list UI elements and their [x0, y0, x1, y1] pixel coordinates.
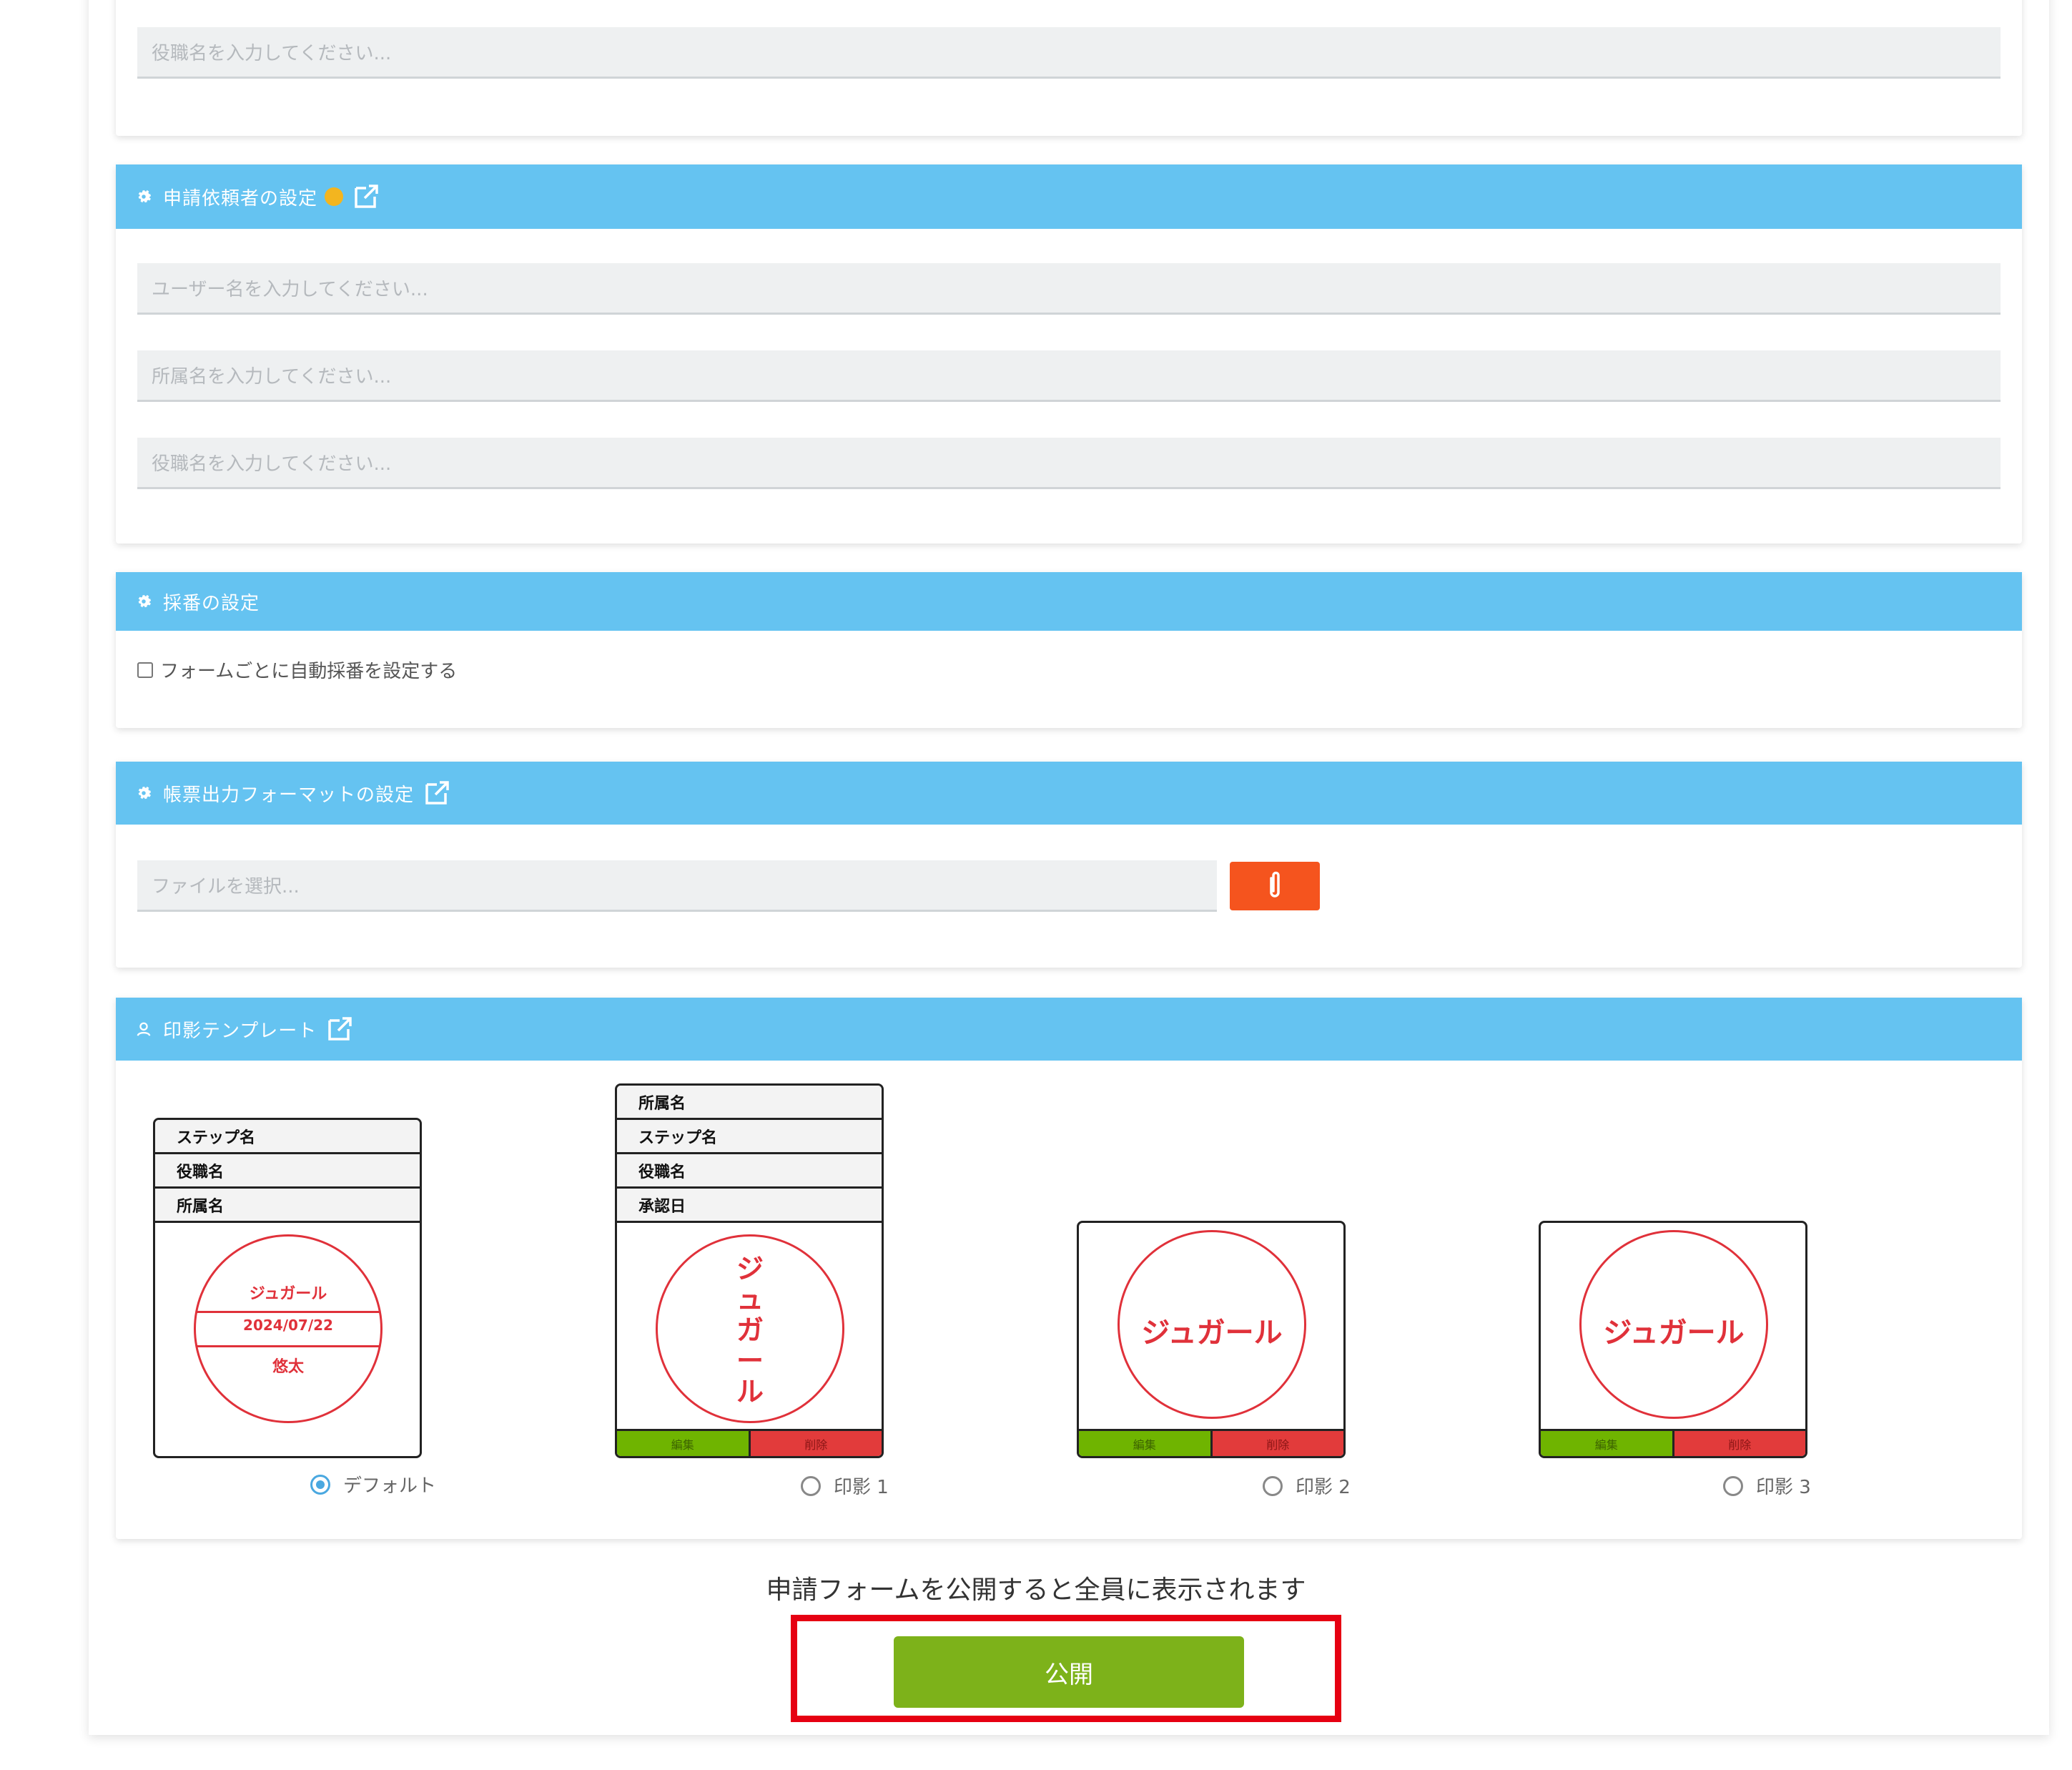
stamp-delete-button[interactable]: 削除	[1674, 1431, 1805, 1456]
seal-text: ジュガール	[1603, 1317, 1745, 1349]
stamp-seal: ジュガール	[1118, 1230, 1306, 1419]
stamp-option-1[interactable]: 印影 1	[801, 1472, 889, 1499]
auto-numbering-checkbox[interactable]	[137, 662, 153, 678]
stamp-template-2[interactable]: ジュガール 編集 削除	[1077, 1221, 1346, 1458]
format-section: 帳票出力フォーマットの設定 ファイルを選択...	[116, 762, 2022, 968]
stamp-radio-default[interactable]	[310, 1474, 330, 1495]
seal-text: ジュガール	[1141, 1317, 1283, 1349]
stamp-option-default[interactable]: デフォルト	[310, 1471, 436, 1498]
requester-section: 申請依頼者の設定 ユーザー名を入力してください... 所属名を入力してください.…	[116, 164, 2022, 544]
format-file-input[interactable]: ファイルを選択...	[137, 860, 1217, 912]
stamp-template-section: 印影テンプレート ステップ名 役職名 所属名 ジュガール 2024/07/22 …	[116, 998, 2022, 1539]
stamp-seal: ジュガール 2024/07/22 悠太	[194, 1234, 383, 1423]
stamp-radio-3[interactable]	[1723, 1475, 1743, 1496]
stamp-actions: 編集 削除	[1541, 1429, 1805, 1456]
attach-file-button[interactable]	[1230, 862, 1320, 910]
external-link-icon[interactable]	[423, 779, 451, 807]
stamp-edit-button[interactable]: 編集	[617, 1431, 751, 1456]
requester-user-input[interactable]: ユーザー名を入力してください...	[137, 263, 2001, 315]
stamp-delete-button[interactable]: 削除	[1212, 1431, 1343, 1456]
stamp-template-1[interactable]: 所属名 ステップ名 役職名 承認日 ジ ュ ガ ー ル 編集 削除	[615, 1083, 884, 1458]
stamp-seal: ジ ュ ガ ー ル	[656, 1234, 844, 1423]
position-input[interactable]: 役職名を入力してください...	[137, 27, 2001, 79]
stamp-row: ステップ名	[617, 1120, 882, 1154]
seal-name-text: 悠太	[272, 1358, 304, 1376]
requester-section-title: 申請依頼者の設定	[163, 187, 318, 210]
user-icon	[134, 1020, 153, 1038]
numbering-section-title: 採番の設定	[163, 592, 260, 614]
stamp-radio-2[interactable]	[1263, 1475, 1283, 1496]
format-section-header: 帳票出力フォーマットの設定	[116, 762, 2022, 825]
requester-section-header: 申請依頼者の設定	[116, 164, 2022, 229]
seal-vertical-char: ル	[736, 1376, 764, 1407]
stamp-option-3[interactable]: 印影 3	[1723, 1472, 1811, 1499]
stamp-row: ステップ名	[155, 1120, 420, 1154]
numbering-section-header: 採番の設定	[116, 572, 2022, 631]
publish-button[interactable]: 公開	[894, 1636, 1244, 1708]
help-icon[interactable]	[325, 187, 344, 206]
stamp-actions: 編集 削除	[617, 1429, 882, 1456]
stamp-edit-button[interactable]: 編集	[1541, 1431, 1674, 1456]
stamp-edit-button[interactable]: 編集	[1079, 1431, 1213, 1456]
numbering-section: 採番の設定 フォームごとに自動採番を設定する	[116, 572, 2022, 728]
paperclip-icon	[1264, 870, 1286, 903]
stamp-option-label: デフォルト	[343, 1475, 437, 1497]
stamp-actions: 編集 削除	[1079, 1429, 1343, 1456]
external-link-icon[interactable]	[325, 1015, 354, 1043]
stamp-section-header: 印影テンプレート	[116, 998, 2022, 1061]
approver-section: 役職名を入力してください...	[116, 0, 2022, 136]
gear-icon	[134, 592, 153, 611]
external-link-icon[interactable]	[352, 182, 380, 211]
stamp-row: 所属名	[617, 1086, 882, 1120]
stamp-row: 承認日	[617, 1189, 882, 1223]
stamp-row: 所属名	[155, 1189, 420, 1223]
stamp-option-2[interactable]: 印影 2	[1263, 1472, 1351, 1499]
stamp-option-label: 印影 2	[1296, 1477, 1351, 1498]
stamp-seal: ジュガール	[1579, 1230, 1768, 1419]
seal-divider	[196, 1311, 380, 1313]
auto-numbering-option[interactable]: フォームごとに自動採番を設定する	[137, 657, 457, 683]
publish-notice: 申請フォームを公開すると全員に表示されます	[766, 1575, 1306, 1605]
auto-numbering-label: フォームごとに自動採番を設定する	[160, 661, 458, 682]
requester-position-input[interactable]: 役職名を入力してください...	[137, 438, 2001, 489]
stamp-row: 役職名	[155, 1154, 420, 1189]
stamp-template-default[interactable]: ステップ名 役職名 所属名 ジュガール 2024/07/22 悠太	[153, 1118, 422, 1458]
stamp-option-label: 印影 3	[1756, 1477, 1811, 1498]
stamp-section-title: 印影テンプレート	[163, 1020, 317, 1042]
stamp-delete-button[interactable]: 削除	[750, 1431, 882, 1456]
gear-icon	[134, 187, 153, 206]
seal-date-text: 2024/07/22	[243, 1317, 333, 1334]
seal-top-text: ジュガール	[249, 1285, 327, 1303]
gear-icon	[134, 784, 153, 802]
stamp-option-label: 印影 1	[834, 1477, 889, 1498]
requester-department-input[interactable]: 所属名を入力してください...	[137, 350, 2001, 402]
stamp-template-3[interactable]: ジュガール 編集 削除	[1539, 1221, 1807, 1458]
stamp-radio-1[interactable]	[801, 1475, 821, 1496]
format-section-title: 帳票出力フォーマットの設定	[163, 784, 415, 806]
stamp-row: 役職名	[617, 1154, 882, 1189]
seal-divider	[196, 1345, 380, 1347]
